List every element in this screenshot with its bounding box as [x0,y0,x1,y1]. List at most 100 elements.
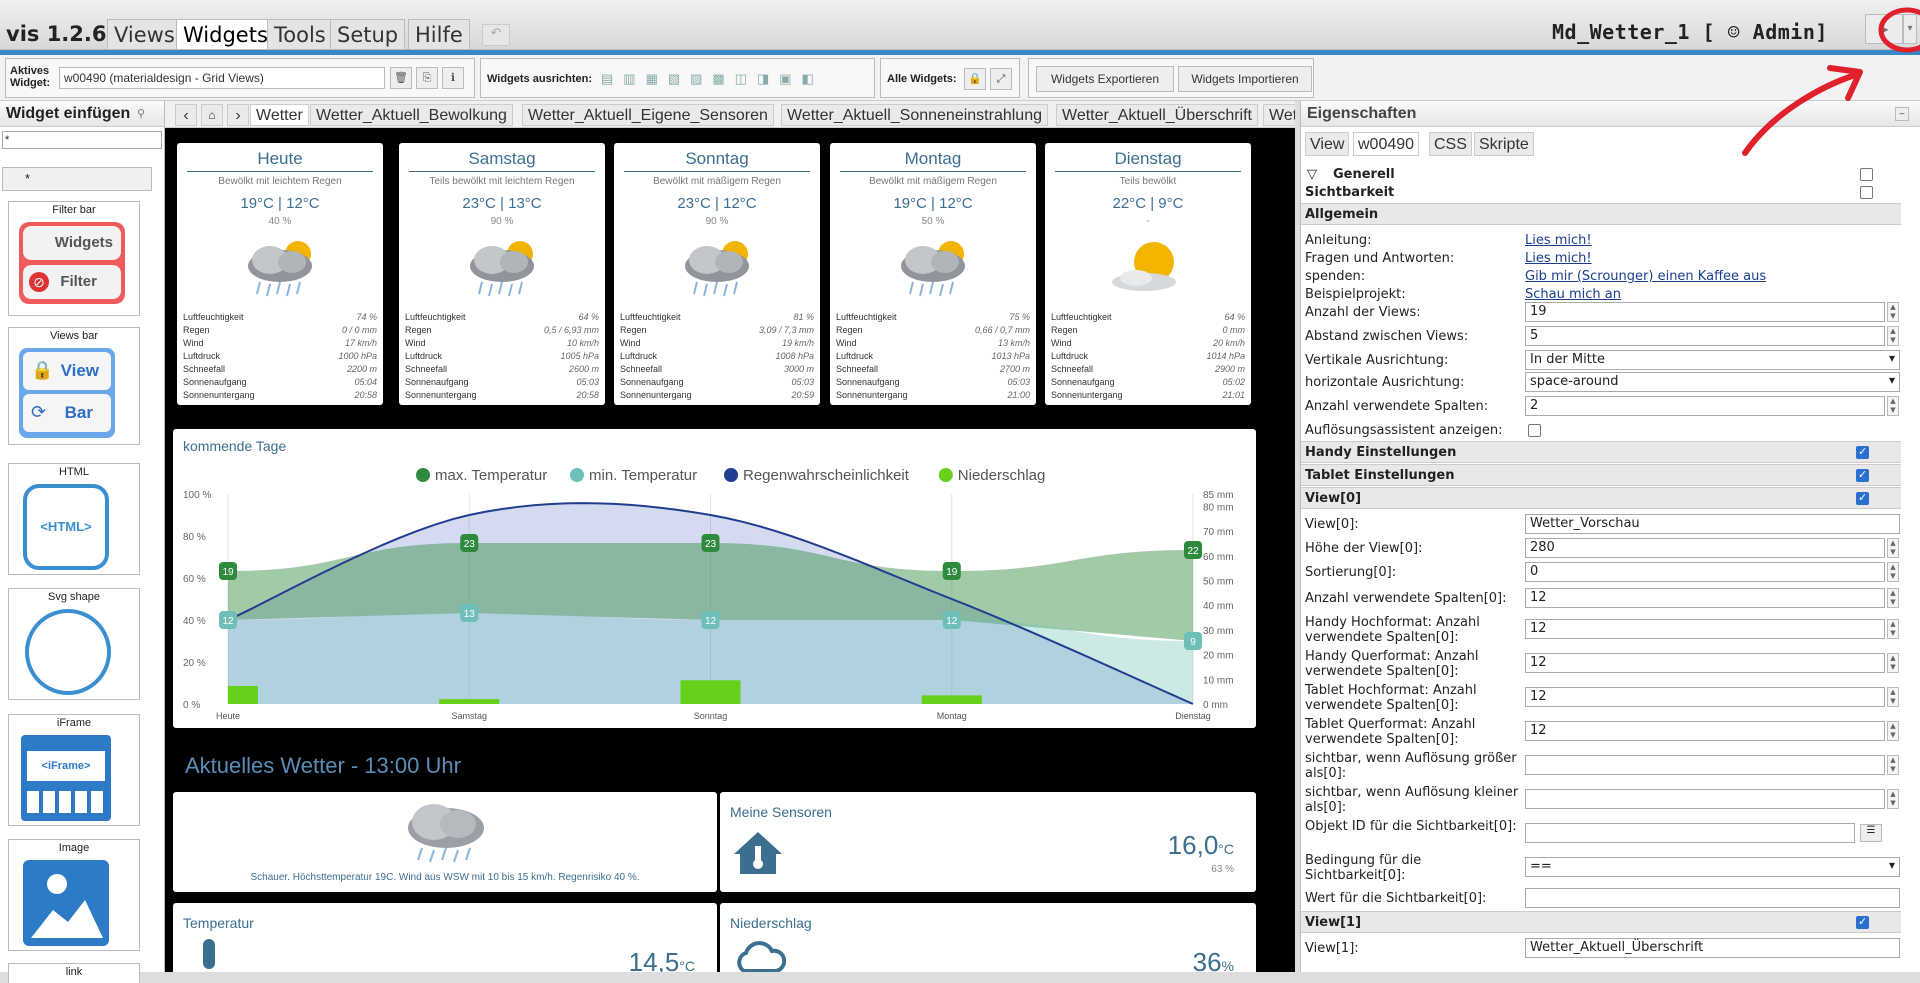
delete-icon[interactable]: 🗑 [390,67,412,89]
widget-image[interactable]: Image [8,839,140,951]
spinner-icon[interactable]: ▲ ▼ [1887,619,1899,639]
generell-checkbox[interactable] [1860,168,1873,181]
widget-iframe[interactable]: iFrame <iFrame> [8,714,140,826]
detail-row: Luftdruck 1013 hPa [836,351,1030,361]
prop-abstand: Abstand zwischen Views: 5 ▲ ▼ [1305,325,1900,347]
y-right-tick: 30 mm [1203,626,1234,637]
view-tab[interactable]: Wetter_Aktuell_Eigene_Sensoren [522,104,774,126]
detail-row: Luftdruck 1000 hPa [183,351,377,361]
view-tab[interactable]: Wetter_Aktuell_Überschrift [1056,104,1258,126]
view0-input[interactable]: Wetter_Vorschau [1525,514,1900,534]
hoehe-input[interactable]: 280 [1525,538,1885,558]
prop-link[interactable]: Lies mich! [1525,251,1592,266]
sichtbar-kleiner-input[interactable] [1525,789,1885,809]
prop-link[interactable]: Lies mich! [1525,233,1592,248]
sichtbarkeit-checkbox[interactable] [1860,186,1873,199]
pin-icon[interactable]: ⚲ [137,107,145,120]
palette-filter-input[interactable]: * [2,131,162,149]
tablet-hoch-input[interactable]: 12 [1525,687,1885,707]
undo-icon[interactable]: ↶ [482,24,510,46]
export-import-group: Widgets Exportieren Widgets Importieren [1028,58,1314,98]
forecast-day-card: Sonntag Bewölkt mit mäßigem Regen 23°C | 1… [614,143,820,405]
menu-widgets[interactable]: Widgets [176,19,275,49]
spinner-icon[interactable]: ▲ ▼ [1887,721,1899,741]
handy-hoch-input[interactable]: 12 [1525,619,1885,639]
menu-views[interactable]: Views [107,19,182,49]
spinner-icon[interactable]: ▲ ▼ [1887,789,1899,809]
precipitation-bar [921,695,982,704]
prev-arrow-icon[interactable]: ‹ [175,104,197,126]
abstand-input[interactable]: 5 [1525,326,1885,346]
group-tablet[interactable]: Tablet Einstellungen [1301,464,1901,486]
legend-marker [724,468,738,482]
handy-quer-input[interactable]: 12 [1525,653,1885,673]
chart-svg: kommende Tage max. Temperatur min. Tempera… [183,438,1234,721]
widget-views-bar[interactable]: Views bar View Bar 🔒 ⟳ [8,327,140,445]
sichtbar-groesser-input[interactable] [1525,755,1885,775]
props-tab-scripts[interactable]: Skripte [1474,132,1534,156]
palette-set-select[interactable]: * [2,167,152,191]
spinner-icon[interactable]: ▲ ▼ [1887,653,1899,673]
precipitation-title: Niederschlag [730,915,812,931]
group-sichtbarkeit[interactable]: Sichtbarkeit [1305,181,1900,203]
group-allgemein[interactable]: Allgemein [1301,203,1901,225]
spinner-icon[interactable]: ▲ ▼ [1887,396,1899,416]
widget-filter-bar[interactable]: Filter bar Widgets Filter ⊘ [8,201,140,316]
objekt-id-input[interactable] [1525,823,1855,843]
spinner-icon[interactable]: ▲ ▼ [1887,562,1899,582]
expand-icon[interactable]: ⤢ [990,68,1012,90]
spalten0-input[interactable]: 12 [1525,588,1885,608]
props-tab-view[interactable]: View [1305,132,1350,156]
spinner-icon[interactable]: ▲ ▼ [1887,538,1899,558]
import-widgets-button[interactable]: Widgets Importieren [1178,66,1312,92]
day-name: Samstag [409,149,595,172]
handy-checkbox[interactable] [1856,445,1869,459]
view1-input[interactable]: Wetter_Aktuell_Überschrift [1525,938,1900,958]
spinner-icon[interactable]: ▲ ▼ [1887,687,1899,707]
prop-sichtbar-groesser: sichtbar, wenn Auflösung größer als[0]: ▲… [1305,751,1900,781]
info-icon[interactable]: ℹ [442,67,464,89]
tablet-quer-input[interactable]: 12 [1525,721,1885,741]
menu-tools[interactable]: Tools [267,19,333,49]
view0-checkbox[interactable] [1856,491,1869,505]
view-tab[interactable]: Wetter_Aktuell_Sonneneinstrahlung [781,104,1048,126]
spinner-icon[interactable]: ▲ ▼ [1887,588,1899,608]
view1-checkbox[interactable] [1856,915,1869,929]
anzahl-views-input[interactable]: 19 [1525,302,1885,322]
next-arrow-icon[interactable]: › [227,104,249,126]
props-tab-css[interactable]: CSS [1429,132,1472,156]
view-tab-wetter[interactable]: Wetter [250,104,309,126]
tablet-checkbox[interactable] [1856,468,1869,482]
spinner-icon[interactable]: ▲ ▼ [1887,302,1899,322]
prop-view0: View[0]: Wetter_Vorschau [1305,513,1900,535]
group-view1[interactable]: View[1] [1301,911,1901,933]
object-browser-icon[interactable]: ☰ [1860,824,1882,842]
align-icons[interactable]: ▤▥▦▧▨▩◫◨▣◧ [601,71,824,87]
vertikal-select[interactable]: In der Mitte [1525,350,1900,370]
view-tab[interactable]: Wet [1263,104,1295,126]
menu-setup[interactable]: Setup [330,19,406,49]
horizontal-select[interactable]: space-around [1525,372,1900,392]
spalten-input[interactable]: 2 [1525,396,1885,416]
lock-icon[interactable]: 🔒 [964,68,986,90]
export-widgets-button[interactable]: Widgets Exportieren [1036,66,1174,92]
spinner-icon[interactable]: ▲ ▼ [1887,755,1899,775]
active-widget-select[interactable]: w00490 (materialdesign - Grid Views) [59,67,385,89]
group-handy[interactable]: Handy Einstellungen [1301,441,1901,463]
menu-hilfe[interactable]: Hilfe [408,19,470,49]
assistent-checkbox[interactable] [1528,424,1541,437]
wert-input[interactable] [1525,888,1900,908]
widget-link[interactable]: link [8,963,140,983]
spinner-icon[interactable]: ▲ ▼ [1887,326,1899,346]
view-tab[interactable]: Wetter_Aktuell_Bewolkung [310,104,513,126]
group-view0[interactable]: View[0] [1301,487,1901,509]
copy-icon[interactable]: ⎘ [416,67,438,89]
home-icon[interactable]: ⌂ [201,104,223,126]
props-tab-widget[interactable]: w00490 [1353,132,1420,156]
sortierung-input[interactable]: 0 [1525,562,1885,582]
bedingung-select[interactable]: == [1525,857,1900,877]
widget-html[interactable]: HTML <HTML> [8,463,140,575]
widget-svg-shape[interactable]: Svg shape [8,588,140,700]
prop-link[interactable]: Schau mich an [1525,287,1621,302]
prop-link[interactable]: Gib mir (Scrounger) einen Kaffee aus [1525,269,1766,284]
